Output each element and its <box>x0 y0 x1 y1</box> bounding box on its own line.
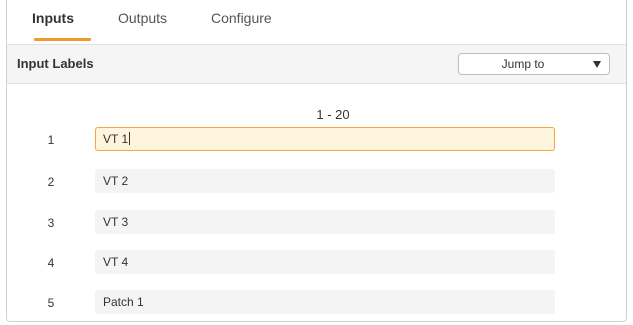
label-input-value: VT 3 <box>103 215 129 229</box>
row-number: 5 <box>47 296 55 310</box>
label-input[interactable]: VT 4 <box>95 250 555 274</box>
row-number: 2 <box>47 175 55 189</box>
row-number: 4 <box>47 256 55 270</box>
label-input-value: VT 4 <box>103 255 129 269</box>
router-settings-panel: Inputs Outputs Configure Input Labels Ju… <box>6 0 627 322</box>
jump-to-dropdown[interactable]: Jump to <box>458 53 610 75</box>
tab-outputs[interactable]: Outputs <box>118 9 167 37</box>
section-header: Input Labels Jump to <box>7 44 626 84</box>
label-input-value: VT 2 <box>103 174 129 188</box>
label-input[interactable]: VT 1 <box>95 127 555 151</box>
label-input[interactable]: VT 3 <box>95 210 555 234</box>
tab-configure[interactable]: Configure <box>211 9 272 37</box>
range-label: 1 - 20 <box>316 107 350 122</box>
label-input-value: VT 1 <box>103 132 129 146</box>
label-input-value: Patch 1 <box>103 295 144 309</box>
label-input[interactable]: VT 2 <box>95 169 555 193</box>
row-number: 3 <box>47 216 55 230</box>
text-cursor <box>129 132 131 145</box>
active-tab-indicator <box>34 38 91 41</box>
tab-inputs[interactable]: Inputs <box>32 9 74 37</box>
row-number: 1 <box>47 133 55 147</box>
section-title: Input Labels <box>17 56 94 71</box>
chevron-down-icon <box>593 61 601 68</box>
jump-to-label: Jump to <box>501 57 545 71</box>
tab-bar: Inputs Outputs Configure <box>7 0 626 41</box>
label-input[interactable]: Patch 1 <box>95 290 555 314</box>
